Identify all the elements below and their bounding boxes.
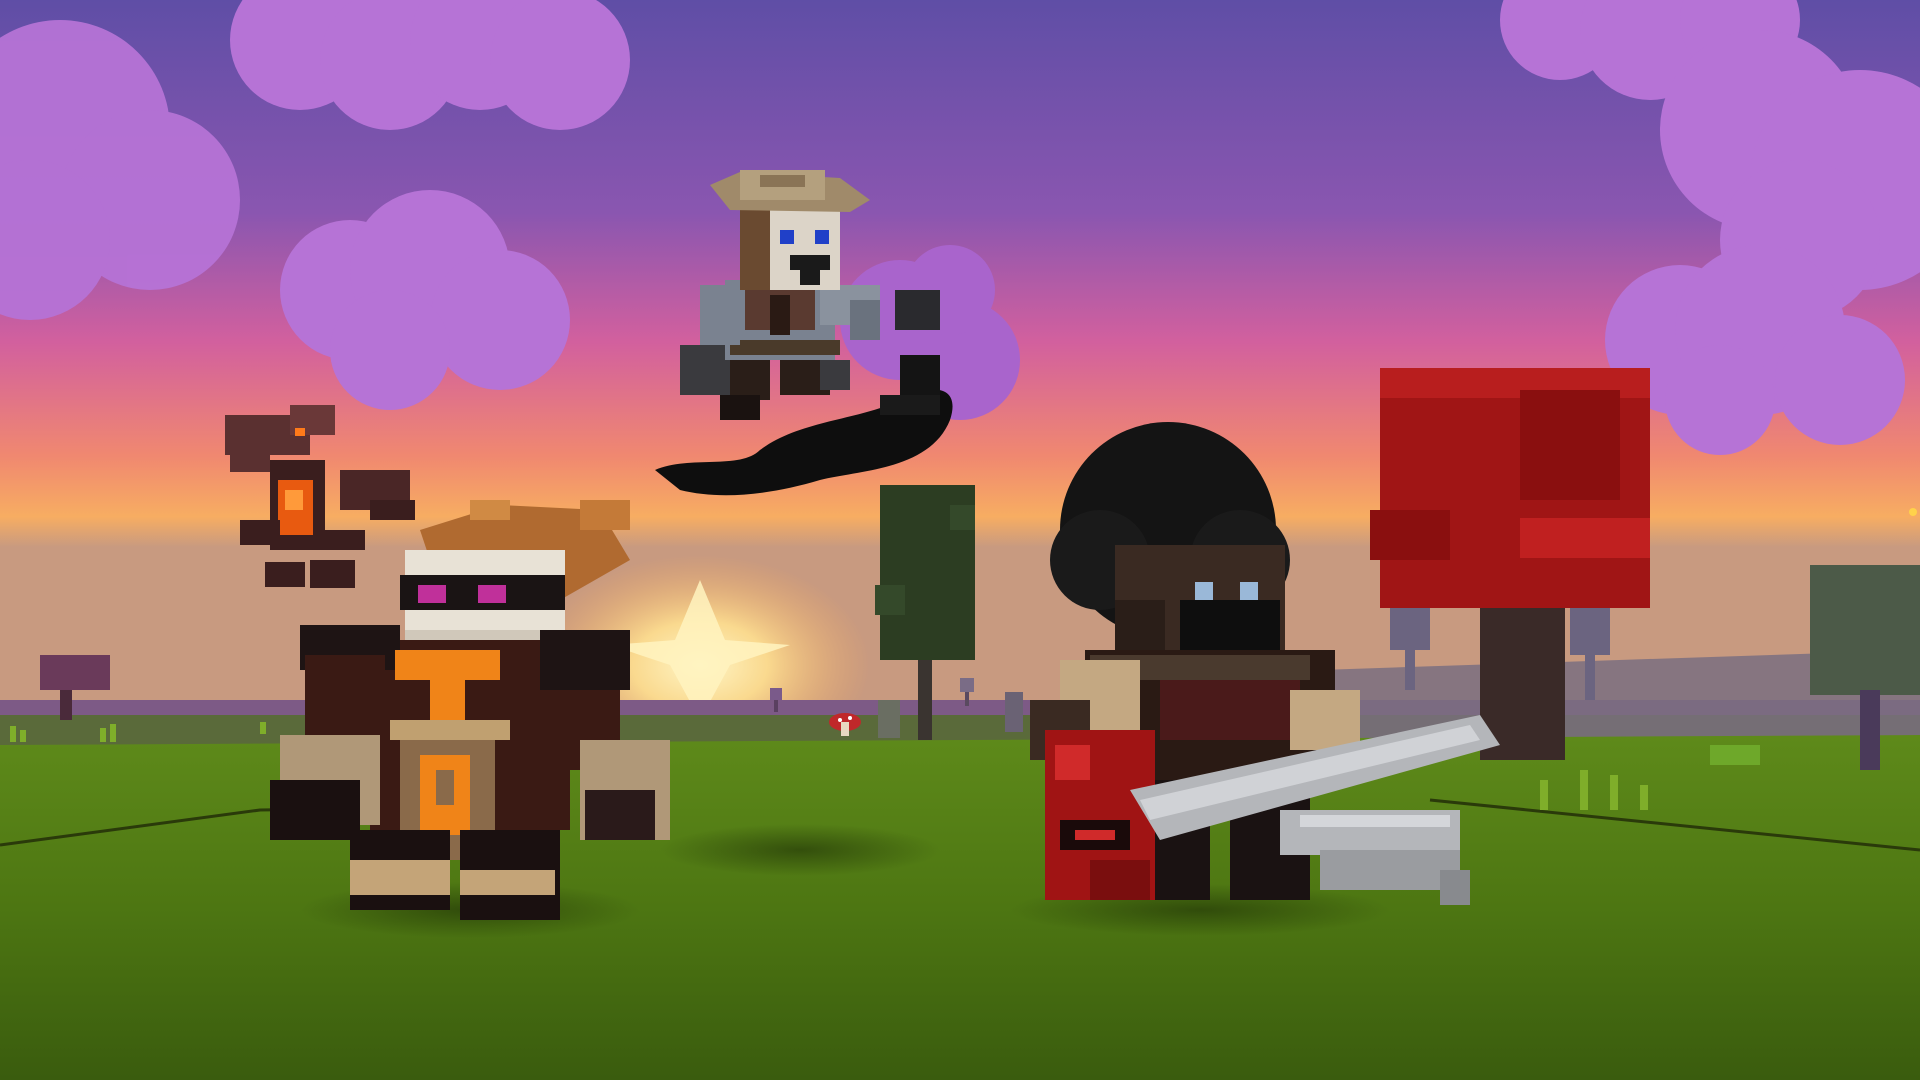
game-viewport[interactable]	[0, 0, 1920, 1080]
pirate-shadow	[660, 824, 940, 876]
firefly	[1909, 508, 1917, 516]
scene-svg	[0, 0, 1920, 1080]
